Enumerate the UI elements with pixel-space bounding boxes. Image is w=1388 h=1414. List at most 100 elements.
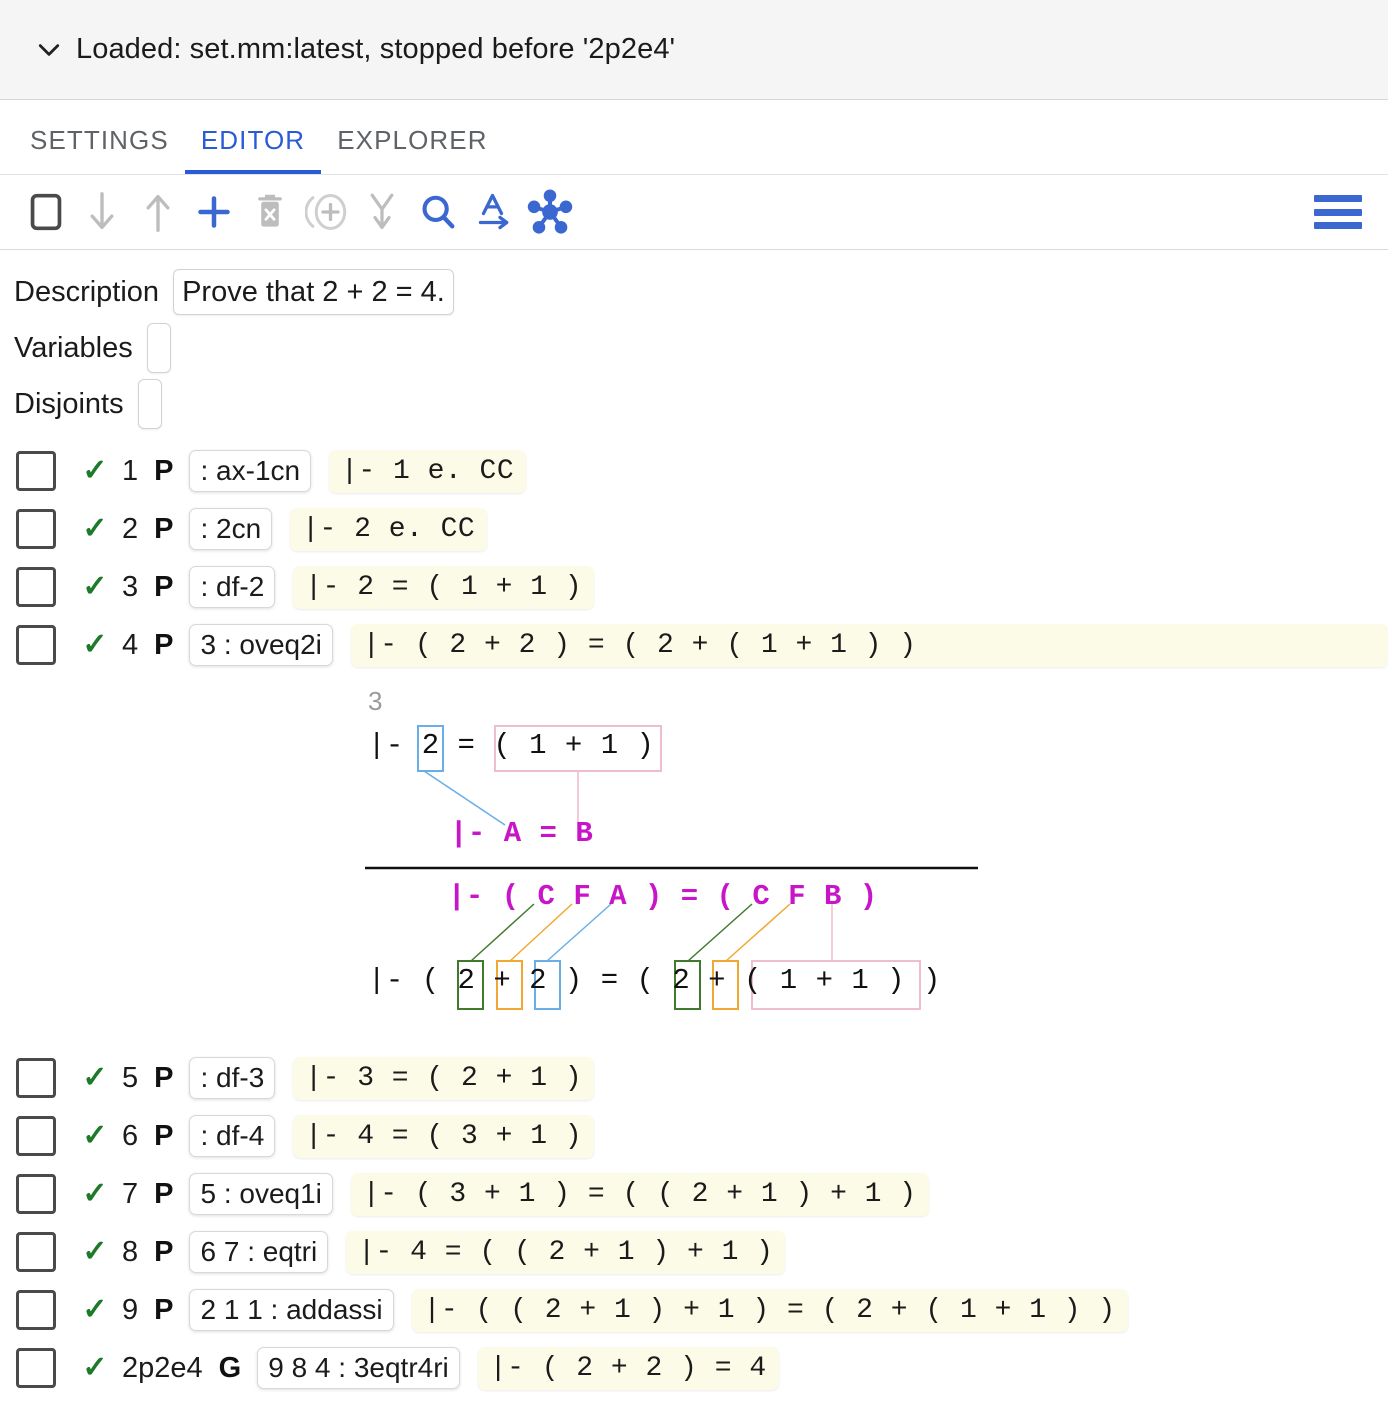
- table-row[interactable]: ✓ 3 P : df-2 |- 2 = ( 1 + 1 ): [0, 558, 1388, 616]
- step-type: P: [154, 1119, 174, 1152]
- step-justification[interactable]: : df-2: [189, 566, 276, 608]
- theorem-meta: Description Prove that 2 + 2 = 4. Variab…: [0, 250, 1388, 429]
- step-statement[interactable]: |- 2 e. CC: [290, 507, 488, 551]
- editor-toolbar: [0, 174, 1388, 250]
- diagram-hyp-line: |- 2 = ( 1 + 1 ): [368, 729, 655, 762]
- delete-step-icon[interactable]: [242, 184, 298, 240]
- status-check-icon: ✓: [82, 1061, 108, 1094]
- move-down-icon[interactable]: [74, 184, 130, 240]
- step-number: 2: [122, 512, 139, 545]
- merge-icon[interactable]: [354, 184, 410, 240]
- description-input[interactable]: Prove that 2 + 2 = 4.: [173, 269, 454, 315]
- disjoints-input[interactable]: [137, 379, 162, 429]
- diagram-pattern-hyp: |- A = B: [450, 817, 594, 850]
- hamburger-bar: [1314, 195, 1362, 202]
- description-label: Description: [14, 275, 160, 308]
- move-up-icon[interactable]: [130, 184, 186, 240]
- proof-steps-top: ✓ 1 P : ax-1cn |- 1 e. CC ✓ 2 P : 2cn |-…: [0, 442, 1388, 674]
- tab-explorer[interactable]: EXPLORER: [321, 125, 503, 174]
- rename-icon[interactable]: [466, 184, 522, 240]
- row-checkbox[interactable]: [16, 625, 56, 665]
- step-justification[interactable]: 5 : oveq1i: [189, 1173, 333, 1215]
- status-check-icon: ✓: [82, 1293, 108, 1326]
- hamburger-bar: [1314, 222, 1362, 229]
- status-check-icon: ✓: [82, 570, 108, 603]
- step-number: 7: [122, 1177, 139, 1210]
- step-type: P: [154, 1293, 174, 1326]
- row-checkbox[interactable]: [16, 451, 56, 491]
- step-type: P: [154, 1061, 174, 1094]
- variables-label: Variables: [14, 331, 133, 364]
- step-statement[interactable]: |- ( 2 + 2 ) = ( 2 + ( 1 + 1 ) ): [350, 623, 1388, 667]
- table-row[interactable]: ✓ 8 P 6 7 : eqtri |- 4 = ( ( 2 + 1 ) + 1…: [0, 1223, 1388, 1281]
- select-all-icon[interactable]: [18, 184, 74, 240]
- step-justification[interactable]: 3 : oveq2i: [189, 624, 333, 666]
- row-checkbox[interactable]: [16, 1348, 56, 1388]
- step-type: P: [154, 454, 174, 487]
- step-statement[interactable]: |- ( ( 2 + 1 ) + 1 ) = ( 2 + ( 1 + 1 ) ): [411, 1288, 1128, 1332]
- step-justification[interactable]: : ax-1cn: [189, 450, 312, 492]
- step-statement[interactable]: |- 1 e. CC: [329, 449, 527, 493]
- row-checkbox[interactable]: [16, 567, 56, 607]
- chevron-down-icon[interactable]: [34, 35, 64, 65]
- tab-editor[interactable]: EDITOR: [184, 125, 322, 174]
- search-icon[interactable]: [410, 184, 466, 240]
- step-type: P: [154, 628, 174, 661]
- row-checkbox[interactable]: [16, 1290, 56, 1330]
- step-type: G: [218, 1351, 242, 1384]
- tab-settings[interactable]: SETTINGS: [14, 125, 185, 174]
- step-justification[interactable]: : df-3: [189, 1057, 276, 1099]
- unify-icon[interactable]: [522, 184, 578, 240]
- step-number: 6: [122, 1119, 139, 1152]
- row-checkbox[interactable]: [16, 1116, 56, 1156]
- step-justification[interactable]: 2 1 1 : addassi: [189, 1289, 394, 1331]
- step-statement[interactable]: |- 4 = ( ( 2 + 1 ) + 1 ): [346, 1230, 786, 1274]
- step-justification[interactable]: : 2cn: [189, 508, 273, 550]
- step-type: P: [154, 512, 174, 545]
- table-row[interactable]: ✓ 5 P : df-3 |- 3 = ( 2 + 1 ): [0, 1049, 1388, 1107]
- step-number: 9: [122, 1293, 139, 1326]
- status-check-icon: ✓: [82, 1177, 108, 1210]
- table-row[interactable]: ✓ 1 P : ax-1cn |- 1 e. CC: [0, 442, 1388, 500]
- table-row[interactable]: ✓ 9 P 2 1 1 : addassi |- ( ( 2 + 1 ) + 1…: [0, 1281, 1388, 1339]
- duplicate-icon[interactable]: [298, 184, 354, 240]
- hamburger-bar: [1314, 208, 1362, 216]
- step-justification[interactable]: : df-4: [189, 1115, 276, 1157]
- row-checkbox[interactable]: [16, 509, 56, 549]
- status-text: Loaded: set.mm:latest, stopped before '2…: [76, 33, 676, 65]
- variables-row: Variables: [14, 323, 1388, 373]
- hamburger-menu-icon[interactable]: [1314, 195, 1362, 229]
- disjoints-label: Disjoints: [14, 387, 124, 420]
- status-check-icon: ✓: [82, 1235, 108, 1268]
- step-justification[interactable]: 9 8 4 : 3eqtr4ri: [257, 1347, 460, 1389]
- row-checkbox[interactable]: [16, 1232, 56, 1272]
- row-checkbox[interactable]: [16, 1058, 56, 1098]
- step-statement[interactable]: |- 4 = ( 3 + 1 ): [293, 1114, 595, 1158]
- step-type: P: [154, 1235, 174, 1268]
- table-row[interactable]: ✓ 4 P 3 : oveq2i |- ( 2 + 2 ) = ( 2 + ( …: [0, 616, 1388, 674]
- step-type: P: [154, 570, 174, 603]
- step-type: P: [154, 1177, 174, 1210]
- row-checkbox[interactable]: [16, 1174, 56, 1214]
- table-row[interactable]: ✓ 2p2e4 G 9 8 4 : 3eqtr4ri |- ( 2 + 2 ) …: [0, 1339, 1388, 1397]
- unification-diagram: 3 |- 2 = ( 1 + 1 ) |- A = B |- ( C F A )…: [0, 674, 1388, 1049]
- variables-input[interactable]: [146, 323, 171, 373]
- step-statement[interactable]: |- 2 = ( 1 + 1 ): [293, 565, 595, 609]
- diagram-result-line: |- ( 2 + 2 ) = ( 2 + ( 1 + 1 ) ): [368, 964, 941, 997]
- description-row: Description Prove that 2 + 2 = 4.: [14, 268, 1388, 316]
- add-step-icon[interactable]: [186, 184, 242, 240]
- step-statement[interactable]: |- ( 3 + 1 ) = ( ( 2 + 1 ) + 1 ): [350, 1172, 929, 1216]
- table-row[interactable]: ✓ 7 P 5 : oveq1i |- ( 3 + 1 ) = ( ( 2 + …: [0, 1165, 1388, 1223]
- step-number: 1: [122, 454, 139, 487]
- status-bar[interactable]: Loaded: set.mm:latest, stopped before '2…: [0, 0, 1388, 100]
- status-check-icon: ✓: [82, 628, 108, 661]
- step-number: 8: [122, 1235, 139, 1268]
- step-statement[interactable]: |- ( 2 + 2 ) = 4: [477, 1346, 779, 1390]
- table-row[interactable]: ✓ 2 P : 2cn |- 2 e. CC: [0, 500, 1388, 558]
- step-justification[interactable]: 6 7 : eqtri: [189, 1231, 329, 1273]
- step-statement[interactable]: |- 3 = ( 2 + 1 ): [293, 1056, 595, 1100]
- status-check-icon: ✓: [82, 512, 108, 545]
- status-check-icon: ✓: [82, 1351, 108, 1384]
- step-number: 2p2e4: [122, 1351, 203, 1384]
- table-row[interactable]: ✓ 6 P : df-4 |- 4 = ( 3 + 1 ): [0, 1107, 1388, 1165]
